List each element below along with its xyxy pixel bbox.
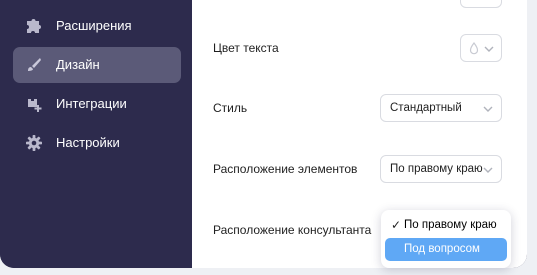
chevron-down-icon xyxy=(483,165,493,173)
sidebar-item-label: Настройки xyxy=(56,135,120,150)
gear-icon xyxy=(25,134,43,152)
dropdown-option-right-edge[interactable]: ✓ По правому краю xyxy=(385,214,507,237)
sidebar-item-label: Расширения xyxy=(56,18,132,33)
elements-position-select[interactable]: По правому краю xyxy=(380,155,502,183)
sidebar-item-integrations[interactable]: Интеграции xyxy=(13,86,181,122)
sidebar-item-label: Дизайн xyxy=(56,57,100,72)
style-label: Стиль xyxy=(213,101,248,115)
elements-position-label: Расположение элементов xyxy=(213,162,358,176)
checkmark-icon: ✓ xyxy=(391,218,402,232)
option-label: По правому краю xyxy=(404,219,497,231)
brush-icon xyxy=(25,56,43,74)
text-color-label: Цвет текста xyxy=(213,41,279,55)
top-partial-select[interactable] xyxy=(460,0,502,8)
integrations-icon xyxy=(25,95,43,113)
elements-position-value: По правому краю xyxy=(390,163,483,175)
chevron-down-icon xyxy=(483,104,493,112)
option-label: Под вопросом xyxy=(404,243,480,255)
droplet-icon xyxy=(469,42,479,58)
consultant-position-dropdown: ✓ По правому краю Под вопросом xyxy=(381,210,511,268)
consultant-position-label: Расположение консультанта xyxy=(213,223,372,237)
chevron-down-icon xyxy=(484,44,494,56)
sidebar-item-label: Интеграции xyxy=(56,96,127,111)
style-select[interactable]: Стандартный xyxy=(380,94,502,122)
dropdown-option-under-question[interactable]: Под вопросом xyxy=(385,238,507,261)
puzzle-icon xyxy=(25,17,43,35)
sidebar-item-extensions[interactable]: Расширения xyxy=(13,8,181,44)
sidebar-item-settings[interactable]: Настройки xyxy=(13,125,181,161)
sidebar: Расширения Дизайн Интеграции Настройки xyxy=(0,0,192,268)
sidebar-item-design[interactable]: Дизайн xyxy=(13,47,181,83)
text-color-picker[interactable] xyxy=(460,34,502,62)
style-select-value: Стандартный xyxy=(390,102,462,114)
